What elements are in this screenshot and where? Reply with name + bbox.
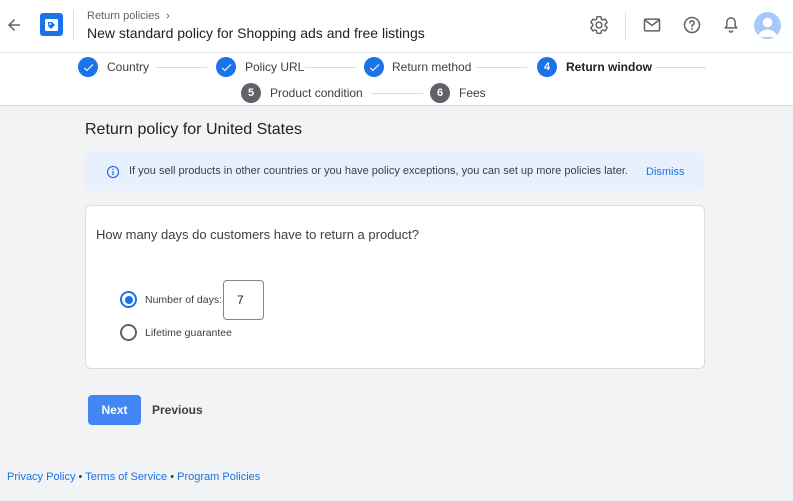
help-icon[interactable]: [681, 14, 703, 36]
radio-lifetime-guarantee[interactable]: [120, 324, 137, 341]
step-connector: [656, 67, 706, 68]
app-header: Return policies New standard policy for …: [0, 0, 793, 52]
footer-separator: •: [78, 471, 83, 483]
gear-icon[interactable]: [588, 14, 610, 36]
step-number: 5: [241, 83, 261, 103]
step-label: Product condition: [270, 86, 363, 100]
radio-number-of-days[interactable]: [120, 291, 137, 308]
checkmark-icon: [216, 57, 236, 77]
checkmark-icon: [364, 57, 384, 77]
section-title: Return policy for United States: [85, 121, 302, 138]
step-policy-url[interactable]: Policy URL: [216, 57, 304, 77]
step-label: Policy URL: [245, 60, 305, 74]
merchant-logo-icon: [40, 13, 63, 36]
terms-of-service-link[interactable]: Terms of Service: [85, 471, 167, 483]
banner-text: If you sell products in other countries …: [129, 165, 628, 177]
header-divider: [625, 12, 626, 40]
footer-separator: •: [170, 471, 175, 483]
step-connector: [157, 67, 207, 68]
step-number: 4: [537, 57, 557, 77]
step-label: Fees: [459, 86, 486, 100]
step-label: Return method: [392, 60, 472, 74]
step-label: Country: [107, 60, 150, 74]
checkmark-icon: [78, 57, 98, 77]
chevron-right-icon: [166, 13, 170, 19]
bell-icon[interactable]: [720, 14, 742, 36]
step-return-method[interactable]: Return method: [364, 57, 471, 77]
step-product-condition[interactable]: 5 Product condition: [241, 83, 363, 103]
footer-links: Privacy Policy • Terms of Service • Prog…: [7, 471, 260, 483]
info-icon: [106, 165, 120, 179]
question-text: How many days do customers have to retur…: [96, 227, 419, 242]
step-connector: [477, 67, 527, 68]
dismiss-button[interactable]: Dismiss: [646, 166, 685, 178]
step-connector: [371, 93, 423, 94]
days-input[interactable]: [223, 280, 264, 320]
return-window-card: How many days do customers have to retur…: [85, 205, 705, 369]
step-connector: [305, 67, 355, 68]
privacy-policy-link[interactable]: Privacy Policy: [7, 471, 75, 483]
radio-label-number-of-days: Number of days:: [145, 294, 223, 306]
progress-stepper: Country Policy URL Return method 4 Retur…: [0, 52, 793, 106]
step-return-window[interactable]: 4 Return window: [537, 57, 652, 77]
info-banner: If you sell products in other countries …: [85, 152, 704, 191]
next-button[interactable]: Next: [88, 395, 141, 425]
page-title: New standard policy for Shopping ads and…: [87, 25, 425, 41]
avatar[interactable]: [754, 12, 781, 39]
previous-button[interactable]: Previous: [152, 403, 203, 417]
step-country[interactable]: Country: [78, 57, 149, 77]
radio-label-lifetime-guarantee: Lifetime guarantee: [145, 327, 232, 339]
breadcrumb[interactable]: Return policies: [87, 10, 173, 22]
step-number: 6: [430, 83, 450, 103]
header-divider: [73, 10, 74, 40]
step-fees[interactable]: 6 Fees: [430, 83, 486, 103]
breadcrumb-label[interactable]: Return policies: [87, 10, 160, 22]
mail-icon[interactable]: [641, 14, 663, 36]
step-label: Return window: [566, 60, 652, 74]
arrow-back-icon[interactable]: [2, 13, 26, 37]
program-policies-link[interactable]: Program Policies: [177, 471, 260, 483]
